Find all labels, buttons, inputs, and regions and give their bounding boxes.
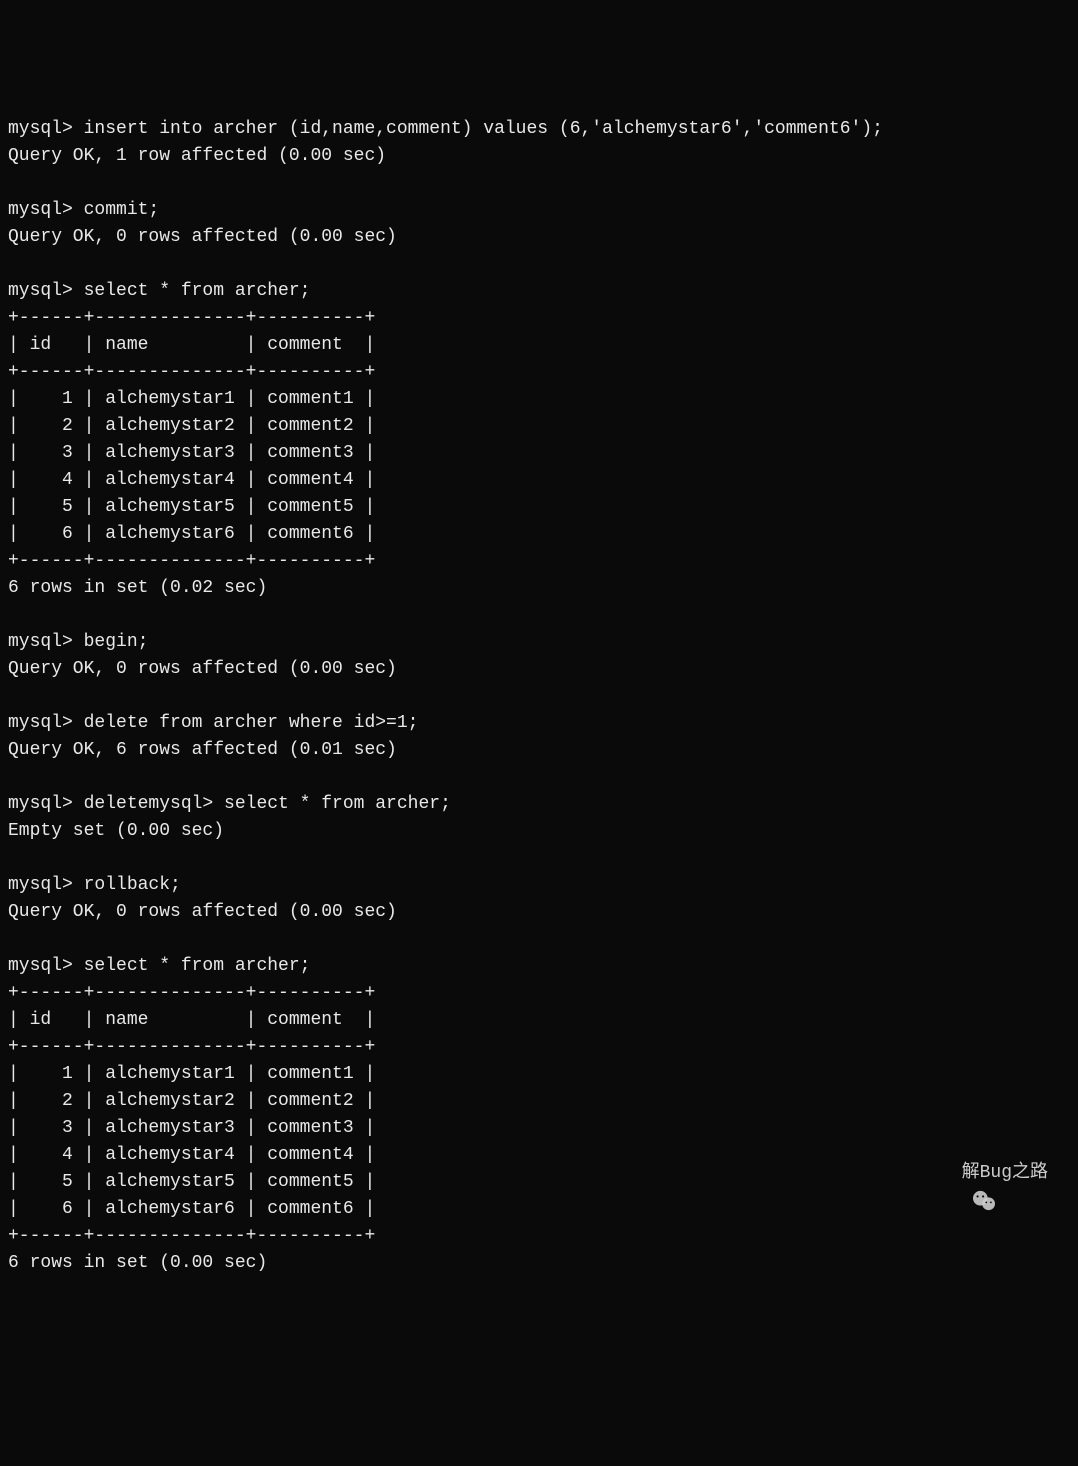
terminal-line: | 5 | alchemystar5 | comment5 | — [8, 494, 1070, 521]
watermark: 解Bug之路 — [928, 1160, 1048, 1187]
terminal-line: +------+--------------+----------+ — [8, 1223, 1070, 1250]
terminal-line: | 2 | alchemystar2 | comment2 | — [8, 413, 1070, 440]
terminal-line: Query OK, 6 rows affected (0.01 sec) — [8, 737, 1070, 764]
terminal-line: Query OK, 0 rows affected (0.00 sec) — [8, 656, 1070, 683]
watermark-text: 解Bug之路 — [962, 1160, 1048, 1187]
terminal-line: | 1 | alchemystar1 | comment1 | — [8, 386, 1070, 413]
terminal-line: +------+--------------+----------+ — [8, 305, 1070, 332]
terminal-line — [8, 926, 1070, 953]
terminal-line: mysql> insert into archer (id,name,comme… — [8, 116, 1070, 143]
terminal-line: +------+--------------+----------+ — [8, 980, 1070, 1007]
terminal-line: mysql> select * from archer; — [8, 278, 1070, 305]
terminal-line: mysql> commit; — [8, 197, 1070, 224]
terminal-line: Query OK, 0 rows affected (0.00 sec) — [8, 899, 1070, 926]
wechat-icon — [928, 1163, 954, 1185]
terminal-line: | 3 | alchemystar3 | comment3 | — [8, 1115, 1070, 1142]
terminal-line: mysql> rollback; — [8, 872, 1070, 899]
terminal-line — [8, 602, 1070, 629]
terminal-line: | 2 | alchemystar2 | comment2 | — [8, 1088, 1070, 1115]
terminal-line: | 1 | alchemystar1 | comment1 | — [8, 1061, 1070, 1088]
terminal-line: +------+--------------+----------+ — [8, 548, 1070, 575]
terminal-line: 6 rows in set (0.02 sec) — [8, 575, 1070, 602]
terminal-line: Empty set (0.00 sec) — [8, 818, 1070, 845]
terminal-line — [8, 845, 1070, 872]
terminal-line: mysql> begin; — [8, 629, 1070, 656]
terminal-line: Query OK, 1 row affected (0.00 sec) — [8, 143, 1070, 170]
terminal-line: | 3 | alchemystar3 | comment3 | — [8, 440, 1070, 467]
terminal-line — [8, 764, 1070, 791]
terminal-line: mysql> select * from archer; — [8, 953, 1070, 980]
terminal-line: +------+--------------+----------+ — [8, 1034, 1070, 1061]
terminal-line — [8, 170, 1070, 197]
terminal-line: | 4 | alchemystar4 | comment4 | — [8, 1142, 1070, 1169]
terminal-line: | 6 | alchemystar6 | comment6 | — [8, 521, 1070, 548]
terminal-line: | 6 | alchemystar6 | comment6 | — [8, 1196, 1070, 1223]
terminal-line — [8, 683, 1070, 710]
terminal-line: | 4 | alchemystar4 | comment4 | — [8, 467, 1070, 494]
terminal-output: mysql> insert into archer (id,name,comme… — [8, 116, 1070, 1277]
terminal-line: mysql> deletemysql> select * from archer… — [8, 791, 1070, 818]
terminal-line: mysql> delete from archer where id>=1; — [8, 710, 1070, 737]
terminal-line: 6 rows in set (0.00 sec) — [8, 1250, 1070, 1277]
terminal-line: Query OK, 0 rows affected (0.00 sec) — [8, 224, 1070, 251]
terminal-line — [8, 251, 1070, 278]
terminal-line: +------+--------------+----------+ — [8, 359, 1070, 386]
terminal-line: | id | name | comment | — [8, 1007, 1070, 1034]
terminal-line: | 5 | alchemystar5 | comment5 | — [8, 1169, 1070, 1196]
terminal-line: | id | name | comment | — [8, 332, 1070, 359]
